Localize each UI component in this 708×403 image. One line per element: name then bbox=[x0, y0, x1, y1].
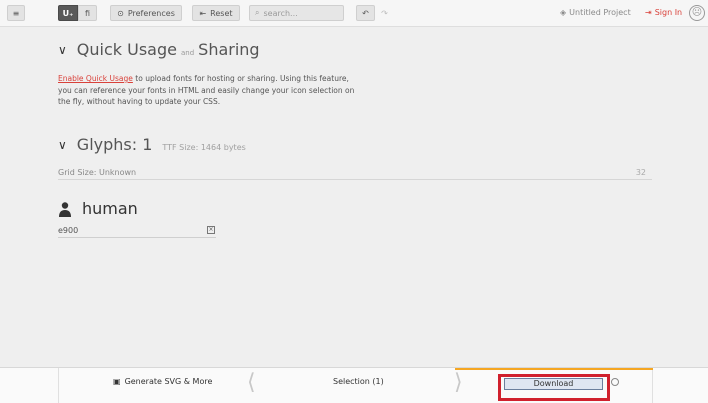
bottom-divider bbox=[58, 368, 59, 403]
preferences-button[interactable]: ⊙ Preferences bbox=[110, 5, 182, 21]
project-name[interactable]: ◈ Untitled Project bbox=[560, 8, 631, 17]
active-tab-indicator bbox=[455, 368, 653, 370]
undo-button[interactable]: ↶ bbox=[356, 5, 375, 21]
preferences-icon: ⊙ bbox=[117, 8, 124, 18]
avatar[interactable]: ☹ bbox=[689, 5, 705, 21]
preferences-label: Preferences bbox=[127, 8, 175, 18]
bottom-bar: ▣ Generate SVG & More ⟨ Selection (1) ⟩ … bbox=[0, 367, 708, 403]
chevron-down-icon: ∨ bbox=[58, 43, 67, 57]
generate-svg-button[interactable]: ▣ Generate SVG & More bbox=[113, 377, 212, 386]
chevron-right-icon: ⟩ bbox=[454, 370, 463, 395]
glyph-item: human bbox=[58, 199, 138, 218]
generate-svg-label: Generate SVG & More bbox=[124, 377, 213, 386]
search-icon: ⌕ bbox=[255, 8, 260, 17]
human-icon bbox=[59, 201, 71, 217]
sign-in-label: Sign In bbox=[654, 8, 683, 17]
quick-usage-and: and bbox=[180, 49, 195, 57]
unicode-mode-button[interactable]: U₊ bbox=[58, 5, 78, 21]
hamburger-icon: ≡ bbox=[12, 8, 20, 18]
glyph-name: human bbox=[82, 199, 138, 218]
grid-size-row[interactable]: Grid Size: Unknown 32 bbox=[58, 168, 652, 180]
reset-label: Reset bbox=[210, 8, 233, 18]
chevron-down-icon: ∨ bbox=[58, 138, 67, 152]
quick-usage-header[interactable]: ∨ Quick Usage and Sharing bbox=[58, 40, 260, 59]
glyph-code: e900 bbox=[58, 226, 79, 235]
grid-size-value: 32 bbox=[635, 168, 646, 177]
quick-usage-title: Quick Usage bbox=[76, 40, 177, 59]
project-icon: ◈ bbox=[560, 8, 567, 17]
close-icon[interactable]: × bbox=[207, 226, 215, 234]
sharing-title: Sharing bbox=[198, 40, 260, 59]
redo-icon: ↷ bbox=[381, 8, 388, 18]
project-label: Untitled Project bbox=[569, 8, 631, 17]
download-button[interactable]: Download bbox=[504, 378, 603, 390]
top-toolbar: ≡ U₊ fi ⊙ Preferences ⇤ Reset ⌕ search..… bbox=[0, 0, 708, 27]
ttf-size: TTF Size: 1464 bytes bbox=[162, 143, 246, 152]
undo-icon: ↶ bbox=[362, 8, 369, 18]
quick-usage-description: Enable Quick Usage to upload fonts for h… bbox=[58, 73, 358, 108]
sign-in-link[interactable]: ⇥ Sign In bbox=[645, 8, 682, 17]
selection-button[interactable]: Selection (1) bbox=[333, 377, 384, 386]
redo-button[interactable]: ↷ bbox=[375, 5, 394, 21]
ligature-mode-label: fi bbox=[84, 8, 91, 18]
enable-quick-usage-link[interactable]: Enable Quick Usage bbox=[58, 74, 133, 83]
chevron-left-icon: ⟨ bbox=[247, 370, 256, 395]
sign-in-icon: ⇥ bbox=[645, 8, 652, 17]
download-label: Download bbox=[533, 379, 574, 388]
search-placeholder: search... bbox=[263, 8, 298, 18]
search-input[interactable]: ⌕ search... bbox=[249, 5, 344, 21]
selection-label: Selection (1) bbox=[333, 377, 384, 386]
image-icon: ▣ bbox=[113, 377, 121, 386]
glyph-code-field[interactable]: e900 × bbox=[58, 226, 216, 238]
glyphs-header[interactable]: ∨ Glyphs: 1 TTF Size: 1464 bytes bbox=[58, 135, 246, 154]
grid-size-label: Grid Size: Unknown bbox=[58, 168, 137, 177]
unicode-mode-label: U₊ bbox=[62, 8, 74, 18]
info-icon[interactable] bbox=[611, 378, 619, 386]
bottom-divider bbox=[652, 368, 653, 403]
reset-button[interactable]: ⇤ Reset bbox=[192, 5, 240, 21]
menu-button[interactable]: ≡ bbox=[7, 5, 25, 21]
reset-icon: ⇤ bbox=[199, 8, 207, 18]
glyphs-title: Glyphs: 1 bbox=[76, 135, 153, 154]
ligature-mode-button[interactable]: fi bbox=[78, 5, 97, 21]
